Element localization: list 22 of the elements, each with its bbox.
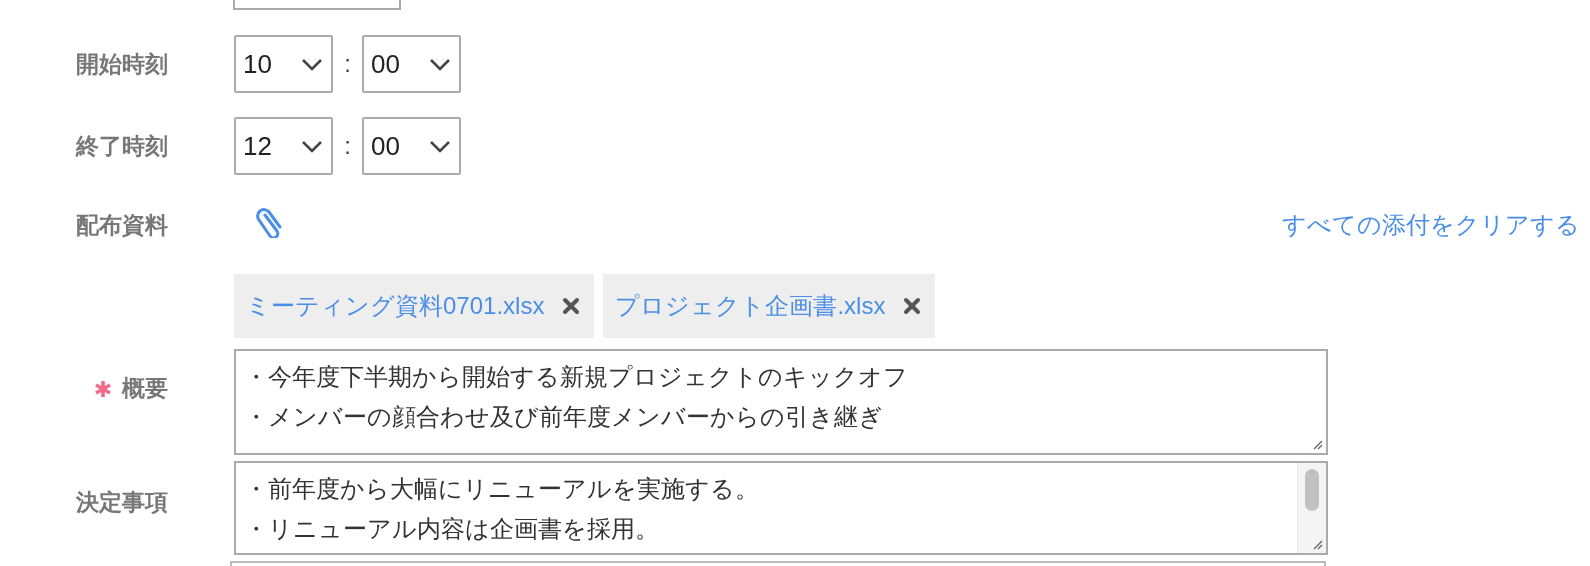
text-area[interactable]: ・前年度から大幅にリニューアルを実施する。 ・リニューアル内容は企画書を採用。 bbox=[234, 461, 1328, 555]
minute-select[interactable]: 00 bbox=[362, 117, 461, 175]
text-area[interactable]: ・今年度下半期から開始する新規プロジェクトのキックオフ ・メンバーの顔合わせ及び前年度メンバーからの引き継ぎ bbox=[234, 349, 1328, 455]
field-label: 配布資料 bbox=[76, 210, 168, 240]
chevron-down-icon bbox=[301, 139, 323, 153]
field-label: 概要 bbox=[122, 374, 168, 403]
field-label: 開始時刻 bbox=[76, 49, 168, 79]
time-separator: : bbox=[343, 132, 352, 160]
field-label: 終了時刻 bbox=[76, 131, 168, 161]
remove-icon[interactable] bbox=[562, 297, 581, 315]
chevron-down-icon bbox=[429, 57, 451, 71]
hour-select[interactable]: 10 bbox=[234, 35, 333, 93]
hour-select[interactable]: 12 bbox=[234, 117, 333, 175]
resize-grip-icon[interactable] bbox=[1311, 538, 1323, 550]
remove-icon[interactable] bbox=[903, 297, 922, 315]
scrollbar[interactable] bbox=[1297, 463, 1326, 553]
minute-select[interactable]: 00 bbox=[362, 35, 461, 93]
resize-grip-icon[interactable] bbox=[1311, 438, 1323, 450]
chevron-down-icon bbox=[301, 57, 323, 71]
time-separator: : bbox=[343, 50, 352, 78]
field-label: 決定事項 bbox=[76, 488, 168, 517]
chevron-down-icon bbox=[429, 139, 451, 153]
